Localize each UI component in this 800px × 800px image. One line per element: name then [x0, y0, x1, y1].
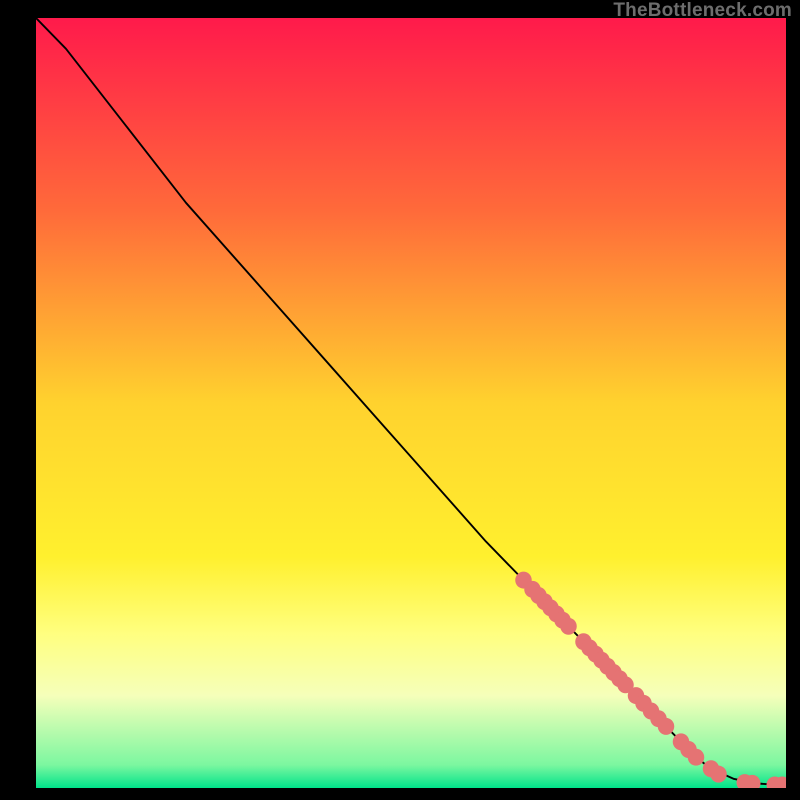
data-marker — [560, 618, 577, 635]
chart-stage: TheBottleneck.com — [0, 0, 800, 800]
data-marker — [710, 766, 727, 783]
plot-background — [36, 18, 786, 788]
chart-plot — [36, 18, 786, 788]
data-marker — [688, 749, 705, 766]
data-marker — [658, 718, 675, 735]
